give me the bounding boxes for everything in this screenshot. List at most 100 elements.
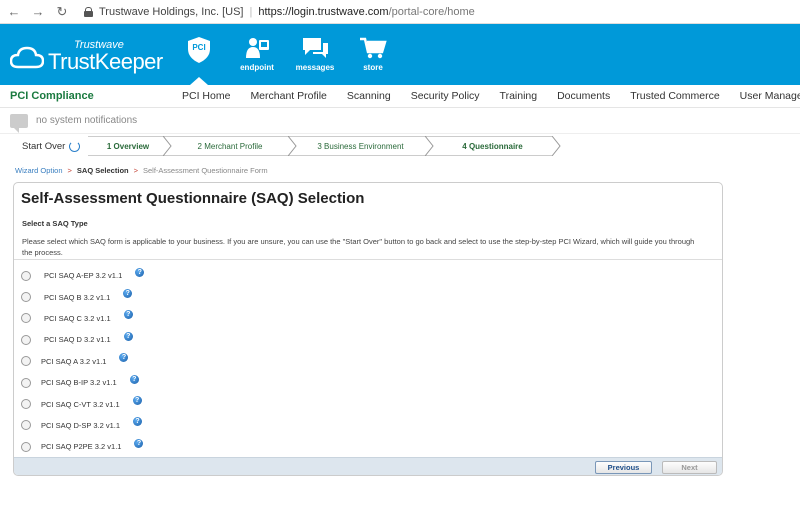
- saq-option[interactable]: PCI SAQ D 3.2 v1.1 ?: [14, 329, 722, 350]
- help-icon[interactable]: ?: [129, 374, 139, 384]
- top-nav-endpoint[interactable]: endpoint: [228, 24, 286, 85]
- nav-item-documents[interactable]: Documents: [557, 90, 610, 102]
- saq-option-label[interactable]: PCI SAQ D-SP 3.2 v1.1: [41, 421, 120, 430]
- top-nav-messages[interactable]: messages: [286, 24, 344, 85]
- saq-option-label[interactable]: PCI SAQ C-VT 3.2 v1.1: [41, 400, 120, 409]
- help-icon[interactable]: ?: [135, 267, 145, 277]
- main-nav: PCI Compliance PCI Home Merchant Profile…: [0, 85, 800, 108]
- help-icon[interactable]: ?: [133, 417, 143, 427]
- pci-shield-icon: PCI: [188, 37, 210, 63]
- saq-radio[interactable]: [21, 420, 31, 431]
- nav-item-user-management[interactable]: User Manageme: [740, 90, 800, 102]
- saq-option-label[interactable]: PCI SAQ A-EP 3.2 v1.1: [44, 271, 122, 280]
- step-questionnaire[interactable]: 4 Questionnaire: [430, 136, 555, 156]
- panel-divider: [14, 259, 722, 260]
- lock-icon: [84, 6, 93, 17]
- saq-radio[interactable]: [21, 334, 31, 345]
- saq-option[interactable]: PCI SAQ C-VT 3.2 v1.1 ?: [14, 393, 722, 414]
- browser-toolbar: ← → ↻ Trustwave Holdings, Inc. [US] | ht…: [0, 0, 800, 24]
- nav-brand[interactable]: PCI Compliance: [10, 90, 94, 102]
- saq-radio[interactable]: [21, 356, 31, 367]
- saq-selection-panel: Self-Assessment Questionnaire (SAQ) Sele…: [13, 182, 723, 476]
- saq-option[interactable]: PCI SAQ B 3.2 v1.1 ?: [14, 286, 722, 307]
- saq-options: PCI SAQ A-EP 3.2 v1.1 ? PCI SAQ B 3.2 v1…: [14, 265, 722, 458]
- saq-radio[interactable]: [21, 270, 31, 281]
- panel-footer: Previous Next: [14, 457, 722, 475]
- help-icon[interactable]: ?: [123, 289, 133, 299]
- breadcrumb-saq-form: Self-Assessment Questionnaire Form: [143, 166, 268, 175]
- url-path: /portal-core/home: [388, 5, 475, 18]
- start-over-label: Start Over: [22, 141, 66, 152]
- help-icon[interactable]: ?: [134, 438, 144, 448]
- cart-icon: [360, 37, 387, 59]
- trustkeeper-logo[interactable]: Trustwave TrustKeeper: [10, 40, 163, 73]
- forward-icon[interactable]: →: [32, 5, 45, 18]
- reload-icon[interactable]: ↻: [56, 5, 68, 18]
- saq-option[interactable]: PCI SAQ A 3.2 v1.1 ?: [14, 351, 722, 372]
- top-icon-nav: PCI endpoint messages store: [170, 24, 402, 85]
- saq-radio[interactable]: [21, 399, 31, 410]
- site-identity: Trustwave Holdings, Inc. [US]: [99, 5, 244, 18]
- cloud-icon: [10, 46, 44, 68]
- saq-option-label[interactable]: PCI SAQ A 3.2 v1.1: [41, 357, 106, 366]
- pci-shield-label: PCI: [192, 43, 205, 52]
- top-nav-messages-label: messages: [295, 63, 335, 72]
- step-merchant-profile[interactable]: 2 Merchant Profile: [170, 136, 290, 156]
- saq-radio[interactable]: [21, 292, 31, 303]
- help-icon[interactable]: ?: [123, 331, 133, 341]
- section-subtitle: Select a SAQ Type: [22, 219, 88, 228]
- saq-option-label[interactable]: PCI SAQ C 3.2 v1.1: [44, 314, 111, 323]
- nav-menu: PCI Home Merchant Profile Scanning Secur…: [182, 90, 800, 102]
- messages-icon: [303, 38, 328, 58]
- app-header: Trustwave TrustKeeper PCI endpoint messa…: [0, 24, 800, 85]
- url-separator: |: [249, 5, 253, 18]
- saq-option[interactable]: PCI SAQ P2PE 3.2 v1.1 ?: [14, 436, 722, 457]
- saq-option[interactable]: PCI SAQ B-IP 3.2 v1.1 ?: [14, 372, 722, 393]
- back-icon[interactable]: ←: [8, 5, 21, 18]
- step-overview[interactable]: 1 Overview: [88, 136, 168, 156]
- nav-item-pci-home[interactable]: PCI Home: [182, 90, 230, 102]
- top-nav-store[interactable]: store: [344, 24, 402, 85]
- saq-option[interactable]: PCI SAQ D-SP 3.2 v1.1 ?: [14, 415, 722, 436]
- logo-trustkeeper: TrustKeeper: [48, 49, 163, 74]
- nav-item-training[interactable]: Training: [500, 90, 538, 102]
- saq-option-label[interactable]: PCI SAQ D 3.2 v1.1: [44, 335, 111, 344]
- breadcrumb-wizard-option[interactable]: Wizard Option: [15, 166, 63, 175]
- saq-option[interactable]: PCI SAQ A-EP 3.2 v1.1 ?: [14, 265, 722, 286]
- previous-button[interactable]: Previous: [595, 461, 652, 474]
- address-bar[interactable]: Trustwave Holdings, Inc. [US] | https://…: [84, 6, 475, 18]
- nav-item-scanning[interactable]: Scanning: [347, 90, 391, 102]
- breadcrumb-arrow: >: [133, 166, 138, 175]
- wizard-steps: Start Over 1 Overview 2 Merchant Profile…: [0, 136, 800, 158]
- breadcrumb: Wizard Option > SAQ Selection > Self-Ass…: [15, 166, 268, 175]
- step-business-environment[interactable]: 3 Business Environment: [293, 136, 428, 156]
- saq-option[interactable]: PCI SAQ C 3.2 v1.1 ?: [14, 308, 722, 329]
- top-nav-store-label: store: [363, 63, 383, 72]
- saq-radio[interactable]: [21, 377, 31, 388]
- nav-item-trusted-commerce[interactable]: Trusted Commerce: [630, 90, 719, 102]
- help-icon[interactable]: ?: [132, 396, 142, 406]
- start-over-button[interactable]: Start Over: [22, 141, 81, 152]
- saq-option-label[interactable]: PCI SAQ B-IP 3.2 v1.1: [41, 378, 117, 387]
- breadcrumb-saq-selection[interactable]: SAQ Selection: [77, 166, 129, 175]
- saq-option-label[interactable]: PCI SAQ P2PE 3.2 v1.1: [41, 442, 121, 451]
- help-icon[interactable]: ?: [119, 353, 129, 363]
- top-nav-endpoint-label: endpoint: [240, 63, 274, 72]
- top-nav-pci[interactable]: PCI: [170, 24, 228, 85]
- saq-radio[interactable]: [21, 441, 31, 452]
- url-host: https://login.trustwave.com: [258, 5, 389, 18]
- start-over-icon: [69, 141, 81, 152]
- help-icon[interactable]: ?: [123, 310, 133, 320]
- notification-bar: no system notifications: [0, 108, 800, 134]
- next-button[interactable]: Next: [662, 461, 717, 474]
- nav-item-security-policy[interactable]: Security Policy: [411, 90, 480, 102]
- notification-icon: [10, 113, 28, 133]
- nav-item-merchant-profile[interactable]: Merchant Profile: [250, 90, 326, 102]
- saq-radio[interactable]: [21, 313, 31, 324]
- endpoint-icon: [246, 38, 269, 58]
- saq-option-label[interactable]: PCI SAQ B 3.2 v1.1: [44, 293, 110, 302]
- notification-text: no system notifications: [36, 115, 138, 126]
- breadcrumb-arrow: >: [67, 166, 72, 175]
- page-title: Self-Assessment Questionnaire (SAQ) Sele…: [21, 190, 365, 207]
- panel-description: Please select which SAQ form is applicab…: [22, 237, 695, 257]
